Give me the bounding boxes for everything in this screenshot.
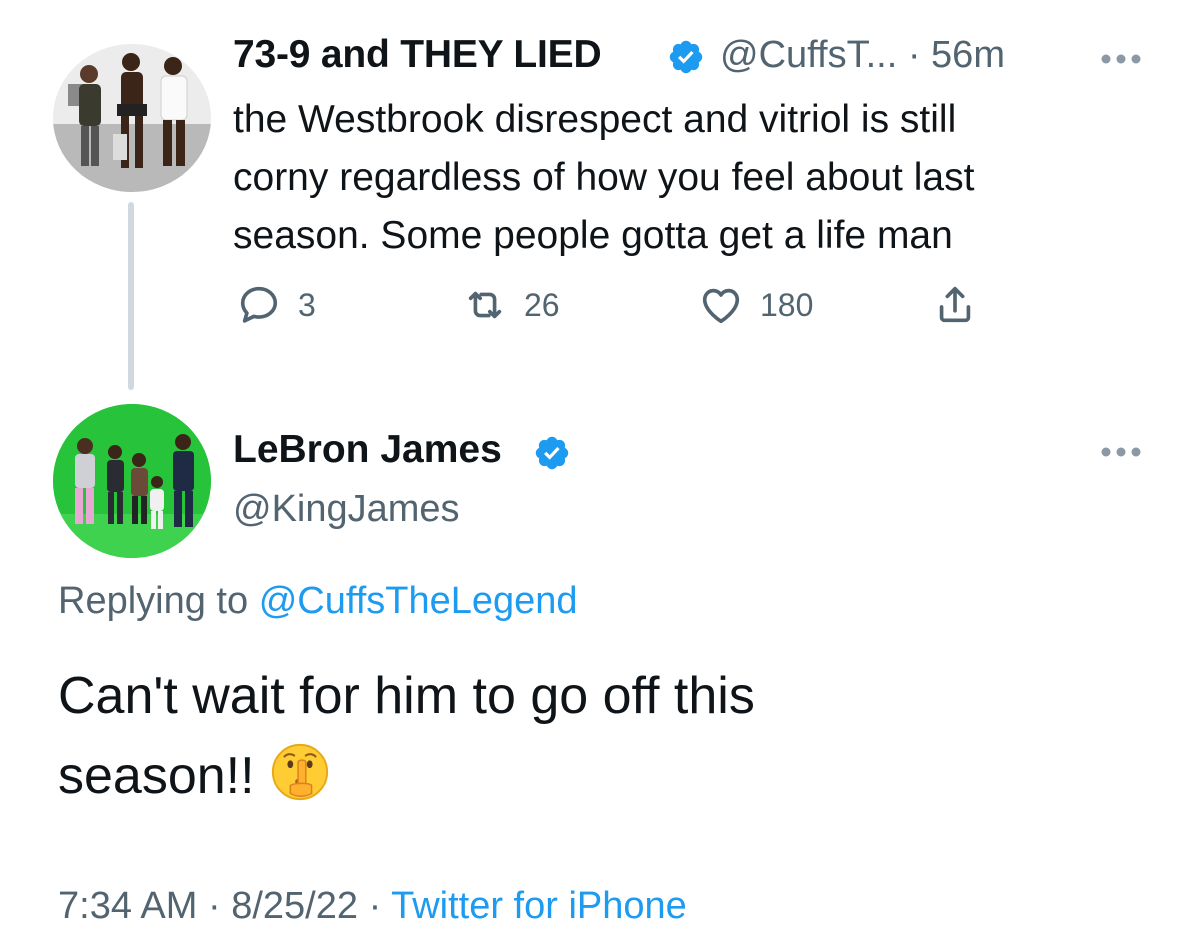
profile-photo-icon (53, 404, 211, 558)
reply-count: 3 (298, 286, 316, 323)
tweet1-time-ago[interactable]: 56m (931, 34, 1005, 76)
reply-icon (240, 286, 278, 323)
separator-dot: · (207, 885, 221, 927)
tweet1-text: the Westbrook disrespect and vitriol is … (233, 98, 975, 257)
avatar-cuffs[interactable] (53, 44, 211, 192)
share-button[interactable] (932, 282, 978, 328)
shushing-face-emoji-icon (271, 743, 328, 801)
tweet-date[interactable]: 8/25/22 (231, 885, 358, 927)
tweet2-meta: 7:34 AM · 8/25/22 · Twitter for iPhone (58, 885, 687, 928)
more-options-icon[interactable] (1098, 445, 1144, 459)
tweet1-display-name[interactable]: 73-9 and THEY LIED (233, 33, 602, 77)
retweet-button[interactable]: 26 (462, 282, 560, 328)
tweet2-handle[interactable]: @KingJames (233, 488, 460, 531)
avatar-kingjames[interactable] (53, 404, 211, 558)
more-options-icon[interactable] (1098, 52, 1144, 66)
tweet1-handle-and-time[interactable]: @CuffsT... · 56m (720, 34, 1005, 77)
like-button[interactable]: 180 (698, 282, 813, 328)
verified-badge-icon (535, 436, 569, 470)
share-icon (939, 286, 971, 323)
tweet-time[interactable]: 7:34 AM (58, 885, 197, 927)
tweet2-text: Can't wait for him to go off this season… (58, 667, 755, 805)
like-count: 180 (760, 286, 814, 323)
separator-dot: · (368, 885, 382, 927)
thread-connector-line (128, 202, 134, 390)
replying-to-label: Replying to (58, 580, 249, 622)
tweet-source-link[interactable]: Twitter for iPhone (391, 885, 687, 927)
replying-to-line: Replying to @CuffsTheLegend (58, 580, 578, 623)
retweet-icon (468, 291, 502, 319)
heart-icon (702, 288, 740, 324)
verified-badge-icon (669, 40, 703, 74)
reply-button[interactable]: 3 (236, 282, 316, 328)
tweet1-handle[interactable]: @CuffsT... (720, 34, 897, 76)
retweet-count: 26 (524, 286, 560, 323)
tweet2-display-name[interactable]: LeBron James (233, 428, 502, 472)
separator-dot: · (907, 34, 921, 76)
replying-to-mention[interactable]: @CuffsTheLegend (259, 580, 578, 622)
profile-photo-icon (53, 44, 211, 192)
tweet2-text-container: Can't wait for him to go off this season… (58, 656, 1158, 816)
